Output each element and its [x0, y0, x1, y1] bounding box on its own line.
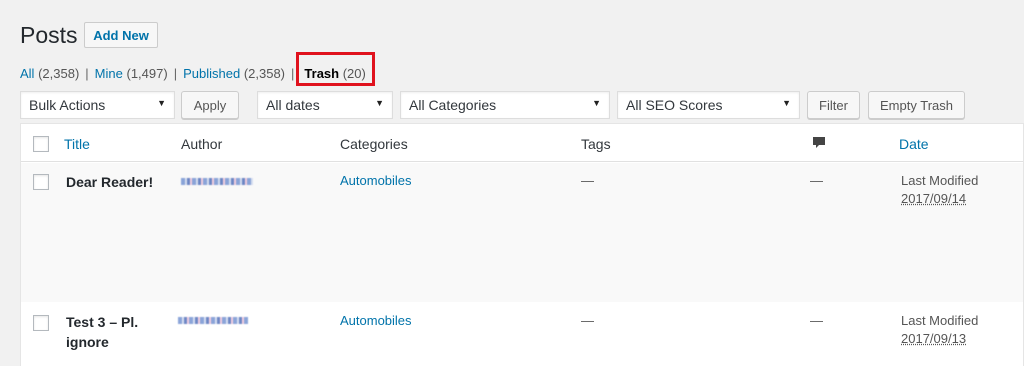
comments-value: —: [810, 173, 823, 188]
post-title-link[interactable]: Dear Reader!: [66, 172, 153, 192]
dropdown-arrow-icon: ▼: [375, 98, 384, 108]
posts-table: Title Author Categories Tags Date Dear R…: [20, 123, 1024, 366]
row-checkbox[interactable]: [33, 315, 49, 331]
date-cell: Last Modified 2017/09/14: [901, 172, 978, 208]
separator: |: [173, 66, 178, 81]
author-name-blurred[interactable]: [181, 178, 253, 185]
row-checkbox[interactable]: [33, 174, 49, 190]
dropdown-arrow-icon: ▼: [592, 98, 601, 108]
dropdown-arrow-icon: ▼: [782, 98, 791, 108]
separator: |: [85, 66, 89, 81]
dropdown-arrow-icon: ▼: [157, 98, 166, 108]
select-all-checkbox[interactable]: [33, 136, 49, 152]
apply-button[interactable]: Apply: [181, 91, 239, 119]
filter-bar: Bulk Actions ▼ Apply All dates ▼ All Categ…: [0, 91, 1024, 121]
comments-value: —: [810, 313, 823, 328]
date-status: Last Modified: [901, 313, 979, 328]
view-all-link[interactable]: All (2,358): [20, 66, 79, 81]
date-status: Last Modified: [901, 173, 979, 188]
category-link[interactable]: Automobiles: [340, 313, 412, 328]
comment-icon[interactable]: [811, 135, 827, 151]
tags-value: —: [581, 173, 594, 188]
filter-button[interactable]: Filter: [807, 91, 860, 119]
column-date-sort[interactable]: Date: [899, 136, 929, 152]
author-name-blurred[interactable]: [178, 317, 248, 324]
column-author: Author: [181, 136, 223, 152]
add-new-button[interactable]: Add New: [84, 22, 158, 48]
view-trash-link[interactable]: Trash (20): [296, 52, 376, 86]
category-link[interactable]: Automobiles: [340, 173, 412, 188]
column-tags: Tags: [581, 136, 611, 152]
page-title: Posts: [20, 22, 78, 48]
seo-scores-filter-select[interactable]: All SEO Scores ▼: [617, 91, 800, 119]
tags-value: —: [581, 313, 594, 328]
table-row: Dear Reader! Automobiles — — Last Modifi…: [21, 163, 1023, 302]
post-title-link[interactable]: Test 3 – Pl. ignore: [66, 312, 138, 352]
highlight-box: [296, 52, 376, 86]
date-cell: Last Modified 2017/09/13: [901, 312, 978, 348]
date-value: 2017/09/14: [901, 191, 967, 206]
post-status-views: All (2,358) | Mine (1,497) | Published (…: [20, 52, 376, 86]
table-row: Test 3 – Pl. ignore Automobiles — — Last…: [21, 302, 1023, 366]
view-published-link[interactable]: Published (2,358): [183, 66, 285, 81]
view-mine-link[interactable]: Mine (1,497): [95, 66, 168, 81]
categories-filter-select[interactable]: All Categories ▼: [400, 91, 610, 119]
column-categories: Categories: [340, 136, 408, 152]
bulk-actions-select[interactable]: Bulk Actions ▼: [20, 91, 175, 119]
table-header: Title Author Categories Tags Date: [21, 124, 1023, 162]
separator: |: [291, 66, 295, 81]
empty-trash-button[interactable]: Empty Trash: [868, 91, 965, 119]
date-value: 2017/09/13: [901, 331, 967, 346]
dates-filter-select[interactable]: All dates ▼: [257, 91, 393, 119]
column-title-sort[interactable]: Title: [64, 136, 90, 152]
